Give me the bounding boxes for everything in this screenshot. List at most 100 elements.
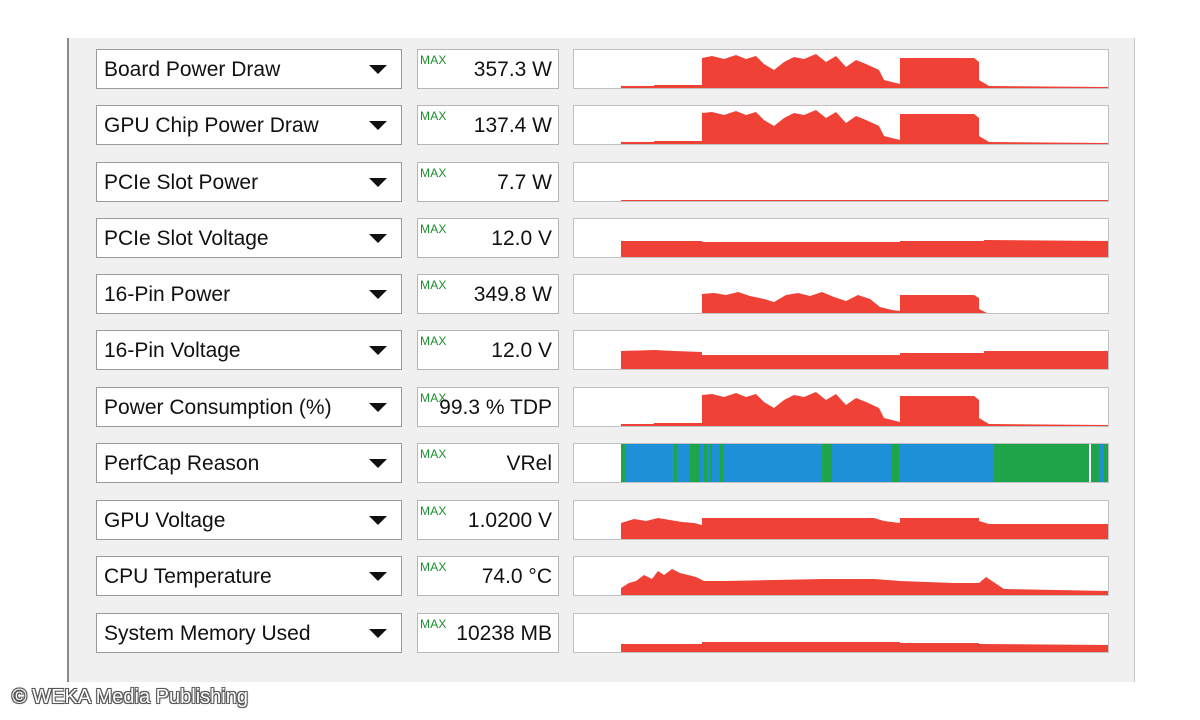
graph-series bbox=[621, 642, 1108, 652]
sensor-select[interactable]: 16-Pin Voltage bbox=[96, 330, 402, 370]
sensor-graph bbox=[573, 613, 1109, 653]
sensor-value-box: MAX 357.3 W bbox=[417, 49, 559, 89]
sensor-select[interactable]: GPU Chip Power Draw bbox=[96, 105, 402, 145]
chevron-down-icon[interactable] bbox=[369, 178, 387, 187]
sensor-graph-plot bbox=[621, 518, 1108, 539]
chevron-down-icon[interactable] bbox=[369, 403, 387, 412]
sensor-label: PCIe Slot Voltage bbox=[104, 227, 269, 250]
sensor-value-box: MAX 74.0 °C bbox=[417, 556, 559, 596]
sensor-graph-plot bbox=[621, 642, 1108, 652]
chevron-down-icon[interactable] bbox=[369, 516, 387, 525]
sensor-select[interactable]: PCIe Slot Power bbox=[96, 162, 402, 202]
sensor-value-box: MAX 7.7 W bbox=[417, 162, 559, 202]
sensor-select[interactable]: PerfCap Reason bbox=[96, 443, 402, 483]
perfcap-band-white bbox=[1089, 444, 1091, 482]
sensor-value: VRel bbox=[506, 452, 552, 475]
max-tag[interactable]: MAX bbox=[420, 504, 447, 518]
chevron-down-icon[interactable] bbox=[369, 234, 387, 243]
max-tag[interactable]: MAX bbox=[420, 278, 447, 292]
max-tag[interactable]: MAX bbox=[420, 109, 447, 123]
perfcap-band-green bbox=[822, 444, 832, 482]
graph-series bbox=[621, 200, 1108, 201]
graph-series bbox=[621, 54, 1108, 88]
sensor-row-pcie-slot-power: PCIe Slot Power MAX 7.7 W bbox=[96, 162, 1111, 204]
sensor-graph bbox=[573, 330, 1109, 370]
max-tag[interactable]: MAX bbox=[420, 53, 447, 67]
sensor-value: 357.3 W bbox=[473, 58, 552, 81]
sensor-graph-plot bbox=[621, 240, 1108, 257]
sensor-value: 349.8 W bbox=[473, 283, 552, 306]
graph-series bbox=[621, 569, 1108, 595]
sensor-label: 16-Pin Power bbox=[104, 283, 231, 306]
max-tag[interactable]: MAX bbox=[420, 617, 447, 631]
graph-series bbox=[621, 110, 1108, 144]
graph-series bbox=[621, 392, 1108, 426]
sensor-graph bbox=[573, 49, 1109, 89]
max-tag[interactable]: MAX bbox=[420, 166, 447, 180]
sensor-graph bbox=[573, 105, 1109, 145]
chevron-down-icon[interactable] bbox=[369, 629, 387, 638]
sensor-value-box: MAX 99.3 % TDP bbox=[417, 387, 559, 427]
sensor-graph-plot bbox=[621, 54, 1108, 88]
sensor-graph bbox=[573, 218, 1109, 258]
max-tag[interactable]: MAX bbox=[420, 560, 447, 574]
sensor-row-perfcap-reason: PerfCap Reason MAX VRel bbox=[96, 443, 1111, 485]
sensor-label: PCIe Slot Power bbox=[104, 171, 259, 194]
sensor-value-box: MAX 12.0 V bbox=[417, 218, 559, 258]
sensor-graph-plot bbox=[621, 569, 1108, 595]
sensor-value-box: MAX 10238 MB bbox=[417, 613, 559, 653]
sensor-graph-plot bbox=[621, 110, 1108, 144]
chevron-down-icon[interactable] bbox=[369, 121, 387, 130]
sensor-value-box: MAX 12.0 V bbox=[417, 330, 559, 370]
sensor-graph bbox=[573, 443, 1109, 483]
chevron-down-icon[interactable] bbox=[369, 459, 387, 468]
sensor-value-box: MAX VRel bbox=[417, 443, 559, 483]
sensor-row-board-power-draw: Board Power Draw MAX 357.3 W bbox=[96, 49, 1111, 91]
sensor-value: 74.0 °C bbox=[481, 565, 552, 588]
chevron-down-icon[interactable] bbox=[369, 572, 387, 581]
sensor-select[interactable]: System Memory Used bbox=[96, 613, 402, 653]
sensor-value: 12.0 V bbox=[491, 339, 552, 362]
perfcap-band-blue bbox=[1099, 444, 1104, 482]
sensor-graph bbox=[573, 162, 1109, 202]
sensor-graph bbox=[573, 500, 1109, 540]
sensor-graph bbox=[573, 274, 1109, 314]
watermark: © WEKA Media Publishing bbox=[12, 686, 248, 708]
sensor-graph-plot bbox=[626, 292, 987, 313]
perfcap-band-green bbox=[892, 444, 899, 482]
sensor-select[interactable]: PCIe Slot Voltage bbox=[96, 218, 402, 258]
sensor-label: Board Power Draw bbox=[104, 58, 281, 81]
graph-series bbox=[621, 518, 1108, 539]
sensor-select[interactable]: GPU Voltage bbox=[96, 500, 402, 540]
sensor-select[interactable]: 16-Pin Power bbox=[96, 274, 402, 314]
sensor-row-cpu-temperature: CPU Temperature MAX 74.0 °C bbox=[96, 556, 1111, 598]
sensor-value-box: MAX 137.4 W bbox=[417, 105, 559, 145]
perfcap-band-green bbox=[704, 444, 707, 482]
sensor-row-gpu-chip-power-draw: GPU Chip Power Draw MAX 137.4 W bbox=[96, 105, 1111, 147]
sensor-select[interactable]: Power Consumption (%) bbox=[96, 387, 402, 427]
sensor-row-16-pin-power: 16-Pin Power MAX 349.8 W bbox=[96, 274, 1111, 316]
max-tag[interactable]: MAX bbox=[420, 447, 447, 461]
sensor-select[interactable]: CPU Temperature bbox=[96, 556, 402, 596]
max-tag[interactable]: MAX bbox=[420, 334, 447, 348]
max-tag[interactable]: MAX bbox=[420, 222, 447, 236]
chevron-down-icon[interactable] bbox=[369, 290, 387, 299]
sensor-value: 7.7 W bbox=[497, 171, 552, 194]
sensor-value: 12.0 V bbox=[491, 227, 552, 250]
sensor-graph-plot bbox=[621, 200, 1108, 201]
sensor-value: 137.4 W bbox=[473, 114, 552, 137]
perfcap-band-green bbox=[994, 444, 1108, 482]
sensor-row-power-consumption: Power Consumption (%) MAX 99.3 % TDP bbox=[96, 387, 1111, 429]
sensor-graph-plot bbox=[621, 350, 1108, 369]
chevron-down-icon[interactable] bbox=[369, 346, 387, 355]
graph-series bbox=[621, 240, 1108, 257]
sensor-select[interactable]: Board Power Draw bbox=[96, 49, 402, 89]
sensor-value: 99.3 % TDP bbox=[439, 396, 552, 419]
sensor-value-box: MAX 349.8 W bbox=[417, 274, 559, 314]
chevron-down-icon[interactable] bbox=[369, 65, 387, 74]
sensor-row-16-pin-voltage: 16-Pin Voltage MAX 12.0 V bbox=[96, 330, 1111, 372]
perfcap-band-green bbox=[710, 444, 712, 482]
graph-series bbox=[621, 350, 1108, 369]
sensor-row-gpu-voltage: GPU Voltage MAX 1.0200 V bbox=[96, 500, 1111, 542]
sensor-label: GPU Voltage bbox=[104, 509, 226, 532]
